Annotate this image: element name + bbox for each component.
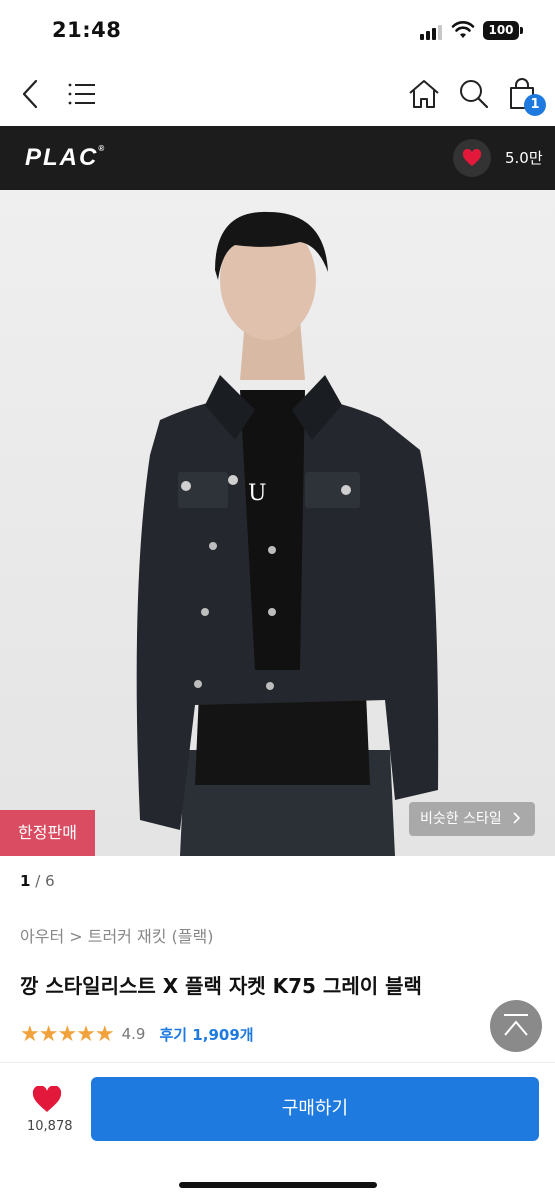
similar-style-button[interactable]: 비슷한 스타일 — [409, 802, 535, 836]
top-navigation — [0, 62, 555, 126]
rating-row[interactable]: ★★★★★ 4.9 후기 1,909개 — [20, 1021, 254, 1047]
buy-button[interactable]: 구매하기 — [91, 1077, 539, 1141]
product-image[interactable]: U — [0, 190, 555, 856]
battery-icon: 100 — [483, 21, 523, 40]
review-count-link[interactable]: 후기 1,909개 — [159, 1024, 253, 1045]
status-time: 21:48 — [52, 18, 122, 42]
brand-like-button[interactable] — [453, 139, 491, 177]
heart-icon — [462, 149, 482, 166]
home-icon[interactable] — [406, 76, 442, 112]
model-photo: U — [0, 190, 555, 856]
arrow-up-icon — [504, 1014, 528, 1036]
status-bar: 21:48 100 — [0, 0, 555, 62]
scroll-to-top-button[interactable] — [490, 1000, 542, 1052]
image-page-indicator: 1 / 6 — [20, 872, 55, 890]
brand-like-count: 5.0만 — [505, 149, 543, 167]
back-icon[interactable] — [14, 76, 50, 112]
product-title: 깡 스타일리스트 X 플랙 자켓 K75 그레이 블랙 — [20, 974, 422, 998]
similar-style-label: 비슷한 스타일 — [420, 811, 502, 827]
breadcrumb[interactable]: 아우터 > 트러커 재킷 (플랙) — [20, 923, 213, 947]
cellular-signal-icon — [420, 24, 444, 40]
home-indicator — [179, 1182, 377, 1188]
search-icon[interactable] — [456, 76, 492, 112]
wifi-icon — [451, 21, 475, 38]
star-rating-icon: ★★★★★ — [20, 1021, 115, 1047]
shirt-print: U — [248, 481, 267, 506]
limited-sale-badge: 한정판매 — [0, 810, 95, 856]
brand-logo[interactable]: PLAC® — [25, 144, 106, 172]
cart-count-badge: 1 — [524, 94, 546, 116]
wishlist-count: 10,878 — [27, 1119, 73, 1134]
rating-value: 4.9 — [121, 1025, 146, 1043]
chevron-right-icon — [513, 812, 521, 824]
wishlist-heart-icon[interactable] — [32, 1086, 62, 1113]
menu-icon[interactable] — [64, 76, 100, 112]
